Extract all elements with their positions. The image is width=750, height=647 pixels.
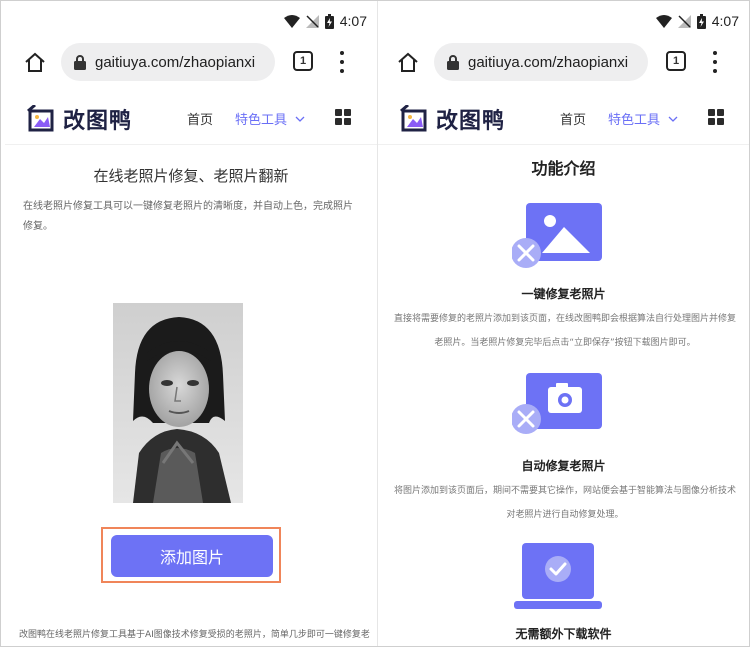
feature-description: 将图片添加到该页面后，期间不需要其它操作，网站便会基于智能算法与图像分析技术对老… [393, 486, 736, 520]
image-repair-icon [512, 203, 602, 268]
lock-icon [447, 55, 459, 70]
wifi-icon [655, 14, 672, 28]
screenshot-frame: 4:07 gaitiuya.com/zhaopianxi 1 改图鸭 首页 特色… [0, 0, 750, 647]
status-bar: 4:07 [283, 11, 367, 31]
site-logo[interactable]: 改图鸭 [400, 103, 505, 135]
logo-icon [400, 105, 427, 132]
site-logo[interactable]: 改图鸭 [27, 103, 132, 135]
right-phone-screen: 4:07 gaitiuya.com/zhaopianxi 1 改图鸭 首页 特色… [377, 1, 749, 646]
add-image-button[interactable]: 添加图片 [111, 535, 273, 577]
wifi-icon [283, 14, 300, 28]
status-time: 4:07 [711, 13, 739, 29]
no-signal-icon [305, 14, 319, 28]
logo-icon [27, 105, 54, 132]
no-signal-icon [677, 14, 691, 28]
feature-name: 无需额外下载软件 [515, 627, 612, 641]
address-bar[interactable]: gaitiuya.com/zhaopianxi [434, 43, 648, 81]
browser-toolbar: gaitiuya.com/zhaopianxi 1 [5, 41, 377, 85]
site-header: 改图鸭 首页 特色工具 [5, 93, 377, 145]
address-bar[interactable]: gaitiuya.com/zhaopianxi [61, 43, 275, 81]
status-bar: 4:07 [655, 11, 739, 31]
home-icon[interactable] [23, 51, 47, 75]
camera-repair-icon [512, 373, 602, 434]
lock-icon [74, 55, 86, 70]
old-photo-preview [113, 303, 243, 503]
nav-tools-label: 特色工具 [235, 113, 288, 128]
site-header: 改图鸭 首页 特色工具 [378, 93, 749, 145]
feature-name: 自动修复老照片 [521, 459, 606, 473]
nav-home-link[interactable]: 首页 [187, 109, 213, 128]
tab-count-button[interactable]: 1 [293, 51, 313, 71]
left-phone-screen: 4:07 gaitiuya.com/zhaopianxi 1 改图鸭 首页 特色… [5, 1, 377, 646]
page-title: 在线老照片修复、老照片翻新 [93, 167, 289, 185]
nav-tools-dropdown[interactable]: 特色工具 [235, 109, 305, 128]
intro-text: 改图鸭在线老照片修复工具基于AI图像技术修复受损的老照片，简单几步即可一键修复老 [19, 630, 370, 640]
browser-toolbar: gaitiuya.com/zhaopianxi 1 [378, 41, 749, 85]
battery-charging-icon [696, 13, 706, 29]
logo-text: 改图鸭 [436, 109, 506, 134]
nav-home-link[interactable]: 首页 [560, 109, 586, 128]
laptop-check-icon [514, 543, 602, 609]
more-menu-icon[interactable] [339, 51, 345, 73]
nav-tools-label: 特色工具 [608, 113, 661, 128]
grid-menu-icon[interactable] [708, 109, 724, 125]
url-text: gaitiuya.com/zhaopianxi [468, 53, 629, 71]
home-icon[interactable] [396, 51, 420, 75]
more-menu-icon[interactable] [712, 51, 718, 73]
chevron-down-icon [668, 116, 678, 122]
feature-description: 直接将需要修复的老照片添加到该页面，在线改图鸭即会根据算法自行处理图片并修复老照… [393, 314, 736, 348]
page-description: 在线老照片修复工具可以一键修复老照片的清晰度，并自动上色，完成照片修复。 [23, 201, 353, 232]
nav-tools-dropdown[interactable]: 特色工具 [608, 109, 678, 128]
url-text: gaitiuya.com/zhaopianxi [95, 53, 256, 71]
tab-count-button[interactable]: 1 [666, 51, 686, 71]
logo-text: 改图鸭 [63, 109, 133, 134]
battery-charging-icon [324, 13, 334, 29]
chevron-down-icon [295, 116, 305, 122]
portrait-image [113, 303, 243, 503]
feature-name: 一键修复老照片 [521, 287, 606, 301]
section-title: 功能介绍 [531, 159, 596, 178]
grid-menu-icon[interactable] [335, 109, 351, 125]
status-time: 4:07 [339, 13, 367, 29]
